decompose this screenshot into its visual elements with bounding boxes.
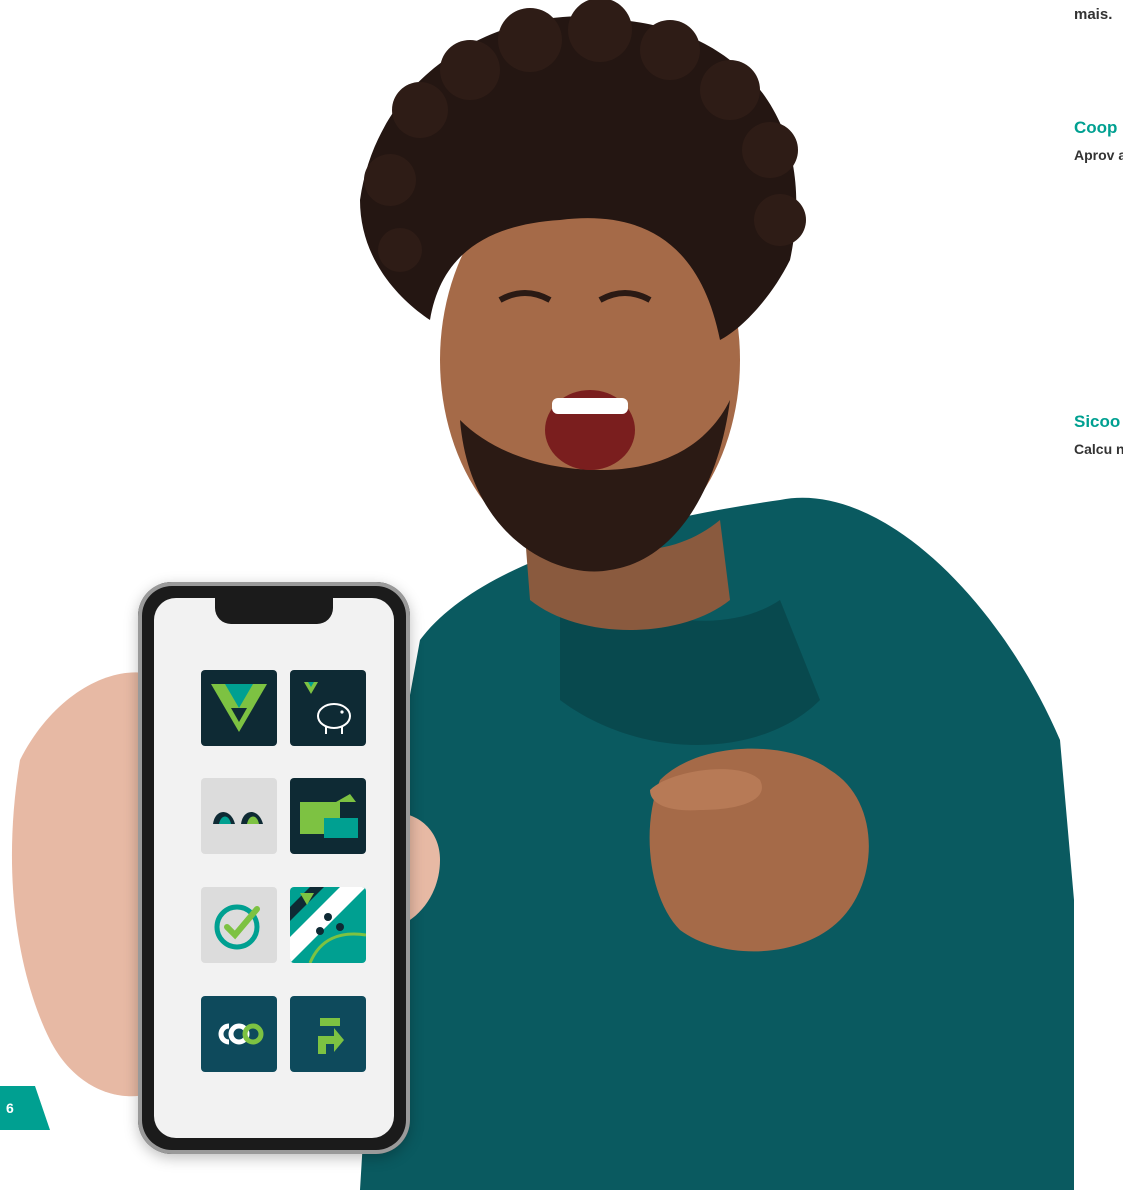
right-column-text: mais. Coop Aprov a ca Sicoo para opçõe c…	[1074, 0, 1123, 1190]
piggy-bank-app-icon[interactable]	[290, 670, 366, 746]
moob-app-icon[interactable]	[201, 778, 277, 854]
section2-title: Sicoo	[1074, 412, 1121, 431]
phone-notch	[215, 598, 333, 624]
wallet-card-app-icon[interactable]	[290, 778, 366, 854]
intro-tail-text: mais.	[1074, 6, 1113, 23]
transfer-arrow-app-icon[interactable]	[290, 996, 366, 1072]
phone-screen	[154, 598, 394, 1138]
map-pins-app-icon[interactable]	[290, 887, 366, 963]
section1-title: Coop	[1074, 118, 1118, 137]
section1-body: Aprov a ca Sicoo para opçõe conta	[1074, 147, 1123, 163]
smartphone	[138, 582, 410, 1154]
page-number: 6	[6, 1100, 14, 1116]
teeth	[552, 398, 628, 414]
checkmark-app-icon[interactable]	[201, 887, 277, 963]
sicoob-logo-app-icon[interactable]	[201, 670, 277, 746]
section2-body: Calcu nanci	[1074, 441, 1123, 457]
coop-app-icon[interactable]	[201, 996, 277, 1072]
